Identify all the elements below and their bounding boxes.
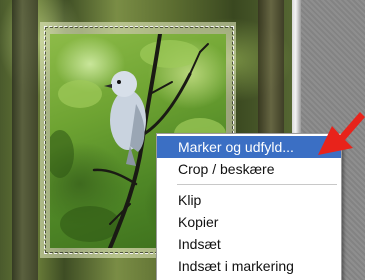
- tree-trunk-left: [12, 0, 38, 280]
- red-arrow-pointer-icon: [318, 112, 365, 155]
- menu-item-select-and-fill[interactable]: Marker og udfyld...: [157, 136, 341, 158]
- menu-item-paste-into-selection[interactable]: Indsæt i markering: [157, 255, 341, 277]
- menu-item-paste[interactable]: Indsæt: [157, 233, 341, 255]
- menu-item-copy[interactable]: Kopier: [157, 211, 341, 233]
- menu-item-cut[interactable]: Klip: [157, 189, 341, 211]
- context-menu: Marker og udfyld... Crop / beskære Klip …: [156, 133, 342, 280]
- menu-item-crop[interactable]: Crop / beskære: [157, 158, 341, 180]
- menu-separator: [177, 184, 337, 185]
